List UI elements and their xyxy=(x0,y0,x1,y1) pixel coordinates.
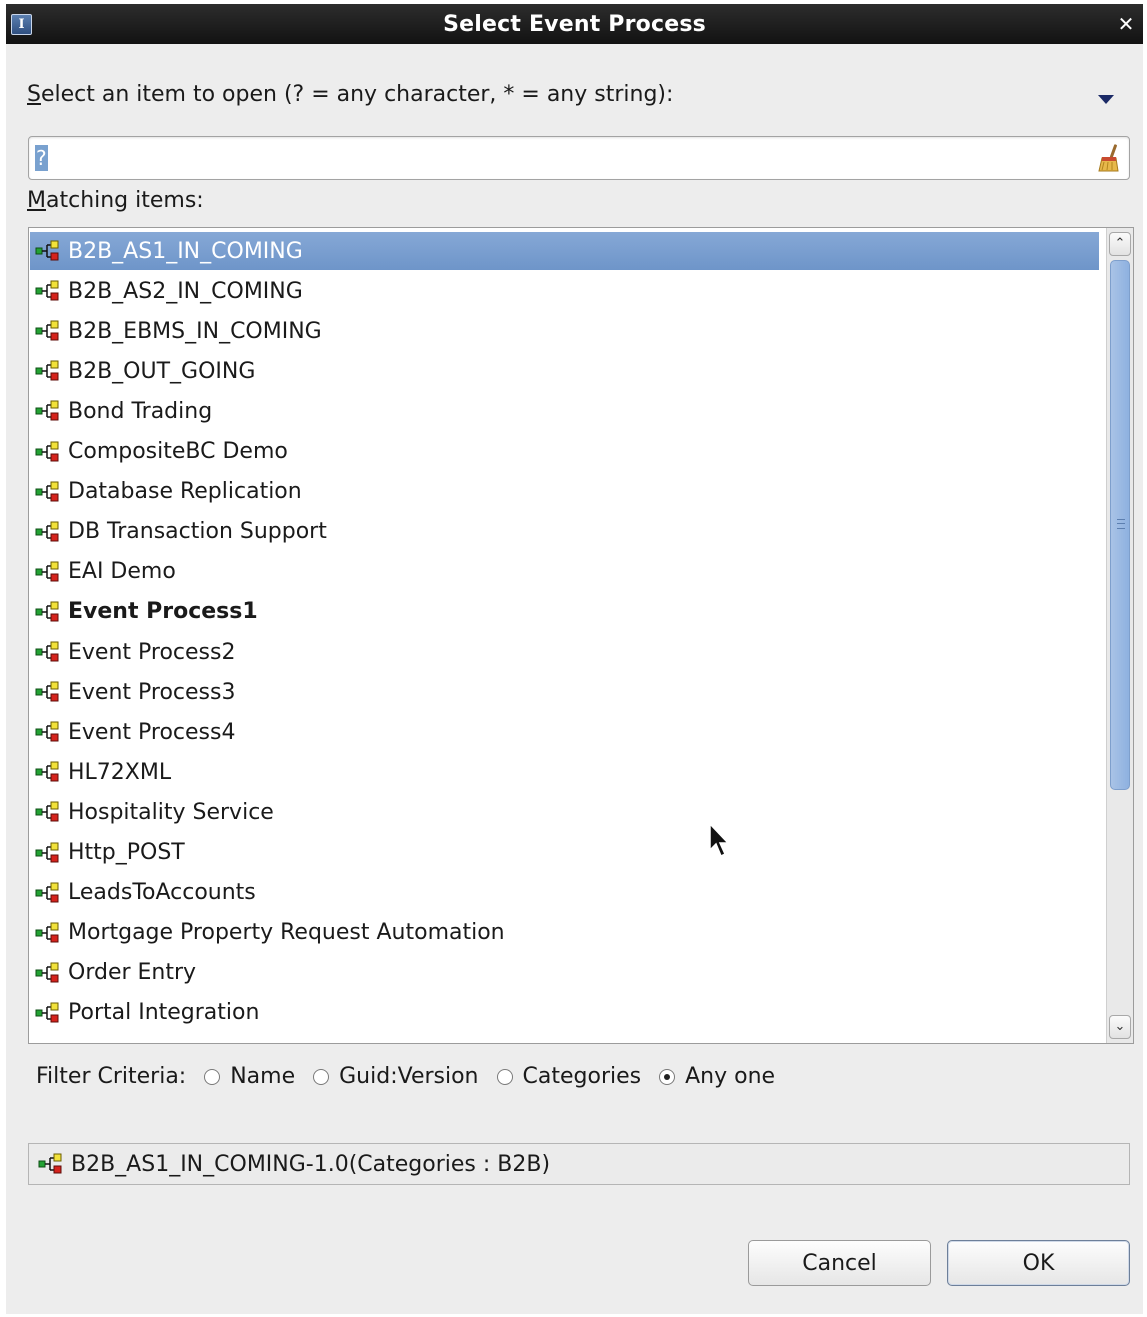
scroll-up-icon[interactable]: ⌃ xyxy=(1109,232,1131,256)
list-item-label: Event Process3 xyxy=(68,679,236,705)
list-item[interactable]: Hospitality Service xyxy=(30,793,1099,831)
radio-categories[interactable] xyxy=(496,1068,513,1085)
list-item[interactable]: B2B_EBMS_IN_COMING xyxy=(30,312,1099,350)
list-item-label: Portal Integration xyxy=(68,1000,260,1026)
list-item[interactable]: Event Process3 xyxy=(30,673,1099,711)
ok-button[interactable]: OK xyxy=(947,1240,1130,1286)
event-process-icon xyxy=(35,721,59,742)
event-process-icon xyxy=(35,441,59,461)
list-item[interactable]: Mortgage Property Request Automation xyxy=(30,914,1099,952)
event-process-icon xyxy=(35,280,59,301)
filter-label: Filter Criteria: xyxy=(36,1064,187,1089)
radio-name[interactable] xyxy=(204,1068,221,1085)
radio-any-one-label[interactable]: Any one xyxy=(685,1064,775,1089)
list-item[interactable]: Database Replication xyxy=(30,473,1099,511)
close-icon[interactable]: ✕ xyxy=(1115,13,1137,35)
list-item-label: B2B_AS2_IN_COMING xyxy=(68,278,303,304)
list-item[interactable]: Http_POST xyxy=(30,834,1099,872)
radio-guid-version[interactable] xyxy=(313,1068,330,1085)
select-event-process-dialog: I Select Event Process ✕ Select an item … xyxy=(6,4,1143,1314)
search-input[interactable]: ? xyxy=(28,136,1130,180)
list-item-label: Database Replication xyxy=(68,479,302,505)
search-input-value[interactable]: ? xyxy=(35,145,48,171)
event-process-icon xyxy=(38,1153,62,1174)
dropdown-arrow-icon[interactable] xyxy=(1098,95,1114,104)
list-item-label: Event Process1 xyxy=(68,599,258,625)
list-item[interactable]: B2B_OUT_GOING xyxy=(30,352,1099,390)
list-item-label: EAI Demo xyxy=(68,559,176,585)
list-item-label: Bond Trading xyxy=(68,398,213,424)
list-item[interactable]: Bond Trading xyxy=(30,392,1099,430)
matching-text: atching items: xyxy=(45,188,204,213)
radio-any-one[interactable] xyxy=(659,1068,676,1085)
list-item[interactable]: DB Transaction Support xyxy=(30,513,1099,551)
event-process-icon xyxy=(35,801,59,822)
event-process-icon xyxy=(35,842,59,862)
list-item[interactable]: Event Process2 xyxy=(30,633,1099,671)
prompt-mnemonic: S xyxy=(27,82,41,107)
selection-details: B2B_AS1_IN_COMING-1.0(Categories : B2B) xyxy=(28,1143,1130,1185)
event-process-icon xyxy=(35,360,59,381)
list-item-label: Hospitality Service xyxy=(68,799,274,825)
list-item-label: HL72XML xyxy=(68,759,172,785)
event-process-icon xyxy=(35,681,59,702)
event-process-icon xyxy=(35,400,59,421)
list-item-label: B2B_OUT_GOING xyxy=(68,358,256,384)
event-process-icon xyxy=(35,922,59,943)
list-item[interactable]: CompositeBC Demo xyxy=(30,433,1099,471)
event-process-icon xyxy=(35,320,59,341)
matching-items-label: Matching items: xyxy=(27,188,204,213)
selection-details-text: B2B_AS1_IN_COMING-1.0(Categories : B2B) xyxy=(71,1151,551,1177)
mouse-pointer-icon xyxy=(709,822,730,858)
radio-name-label[interactable]: Name xyxy=(230,1064,295,1089)
list-item-label: LeadsToAccounts xyxy=(68,880,256,906)
list-item-label: Mortgage Property Request Automation xyxy=(68,920,505,946)
event-process-icon xyxy=(35,641,59,662)
list-item-label: B2B_EBMS_IN_COMING xyxy=(68,318,322,344)
event-process-icon xyxy=(35,1002,59,1023)
vertical-scrollbar[interactable]: ⌃ ⌄ xyxy=(1106,228,1133,1043)
matching-mnemonic: M xyxy=(27,188,46,213)
list-item[interactable]: HL72XML xyxy=(30,753,1099,791)
event-process-icon xyxy=(35,962,59,983)
grip-icon xyxy=(1117,519,1125,529)
list-item[interactable]: Event Process1 xyxy=(30,593,1099,631)
radio-categories-label[interactable]: Categories xyxy=(523,1064,642,1089)
prompt-label: Select an item to open (? = any characte… xyxy=(27,82,673,107)
matching-items-list[interactable]: B2B_AS1_IN_COMING B2B_AS2_IN_COMING B2B_EB… xyxy=(28,227,1134,1044)
list-item[interactable]: EAI Demo xyxy=(30,553,1099,591)
event-process-icon xyxy=(35,240,59,261)
list-item[interactable]: LeadsToAccounts xyxy=(30,874,1099,912)
list-item-label: Event Process4 xyxy=(68,719,236,745)
event-process-icon xyxy=(35,481,59,502)
list-item-label: CompositeBC Demo xyxy=(68,439,288,464)
event-process-icon xyxy=(35,521,59,542)
event-process-icon xyxy=(35,561,59,582)
list-item[interactable]: Portal Integration xyxy=(30,994,1099,1032)
list-item[interactable]: Event Process4 xyxy=(30,713,1099,751)
scroll-down-icon[interactable]: ⌄ xyxy=(1109,1015,1131,1039)
list-item[interactable]: B2B_AS1_IN_COMING xyxy=(30,232,1099,270)
list-item-label: Order Entry xyxy=(68,960,197,986)
filter-criteria: Filter Criteria: Name Guid:Version Categ… xyxy=(36,1064,775,1089)
radio-guid-version-label[interactable]: Guid:Version xyxy=(339,1064,478,1089)
list-item-label: DB Transaction Support xyxy=(68,519,327,545)
prompt-text: elect an item to open (? = any character… xyxy=(40,82,674,107)
list-item-label: Event Process2 xyxy=(68,639,236,665)
broom-icon[interactable] xyxy=(1097,143,1121,173)
cancel-button[interactable]: Cancel xyxy=(748,1240,931,1286)
event-process-icon xyxy=(35,882,59,903)
dialog-title: Select Event Process xyxy=(443,12,706,37)
list-item[interactable]: B2B_AS2_IN_COMING xyxy=(30,272,1099,310)
list-item-label: Http_POST xyxy=(68,840,185,865)
event-process-icon xyxy=(35,761,59,782)
scroll-thumb[interactable] xyxy=(1110,260,1130,790)
title-bar[interactable]: I Select Event Process ✕ xyxy=(6,4,1143,44)
event-process-icon xyxy=(35,601,59,622)
list-item[interactable]: Order Entry xyxy=(30,954,1099,992)
list-item-label: B2B_AS1_IN_COMING xyxy=(68,238,303,264)
